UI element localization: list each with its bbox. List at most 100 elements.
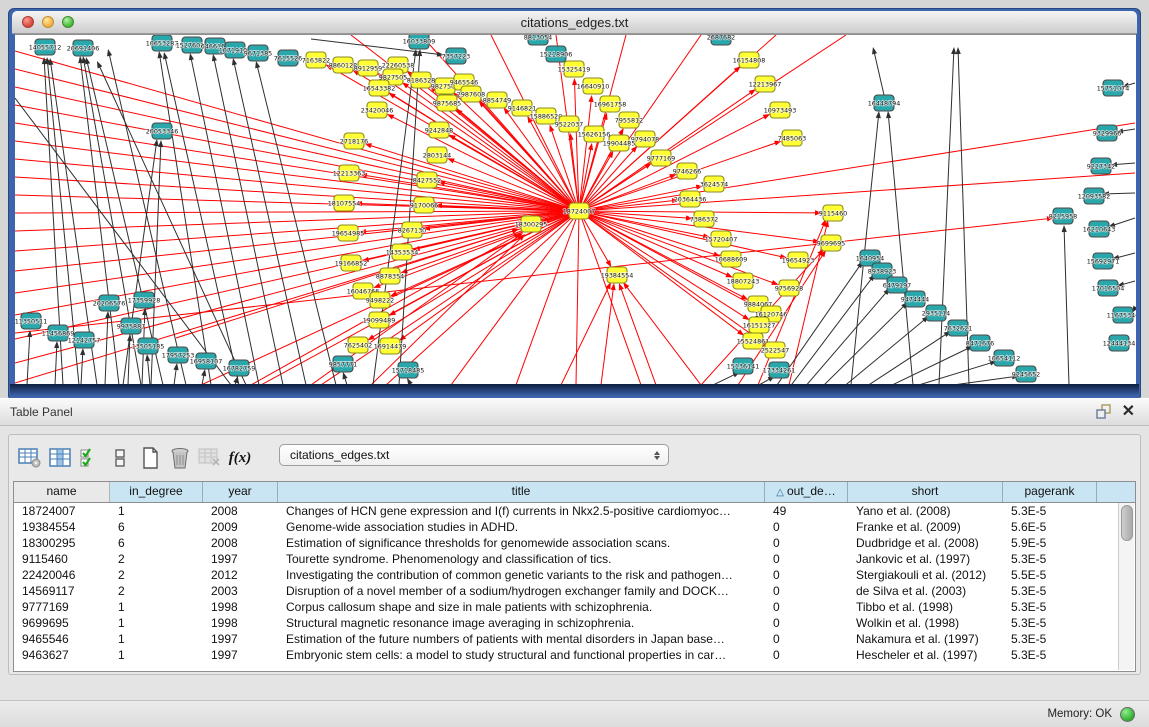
vertical-scrollbar[interactable]: [1118, 503, 1134, 670]
table-cell-title[interactable]: Genome-wide association studies in ADHD.: [278, 519, 765, 535]
graph-node[interactable]: 7625402: [344, 337, 372, 353]
table-cell-out_degree[interactable]: 0: [765, 599, 848, 615]
table-cell-in_degree[interactable]: 1: [110, 599, 203, 615]
table-cell-year[interactable]: 1997: [203, 551, 278, 567]
table-cell-pagerank[interactable]: 5.3E-5: [1003, 503, 1097, 519]
column-header-in_degree[interactable]: in_degree: [110, 482, 203, 502]
table-cell-short[interactable]: de Silva et al. (2003): [848, 583, 1003, 599]
table-cell-out_degree[interactable]: 0: [765, 535, 848, 551]
table-row[interactable]: 1872400712008Changes of HCN gene express…: [14, 503, 1135, 519]
table-cell-out_degree[interactable]: 0: [765, 583, 848, 599]
graph-node[interactable]: 2803144: [423, 147, 451, 163]
table-cell-name[interactable]: 9465546: [14, 631, 110, 647]
table-cell-pagerank[interactable]: 5.3E-5: [1003, 631, 1097, 647]
graph-node[interactable]: 12213967: [749, 76, 782, 92]
graph-node[interactable]: 17359928: [128, 292, 161, 308]
graph-node[interactable]: 11350511: [15, 313, 47, 329]
table-cell-short[interactable]: Dudbridge et al. (2008): [848, 535, 1003, 551]
table-cell-title[interactable]: Investigating the contribution of common…: [278, 567, 765, 583]
table-cell-pagerank[interactable]: 5.3E-5: [1003, 599, 1097, 615]
table-cell-out_degree[interactable]: 0: [765, 567, 848, 583]
graph-node[interactable]: 12213363: [333, 165, 366, 181]
table-cell-name[interactable]: 22420046: [14, 567, 110, 583]
table-cell-name[interactable]: 19384554: [14, 519, 110, 535]
table-row[interactable]: 969969511998Structural magnetic resonanc…: [14, 615, 1135, 631]
table-cell-in_degree[interactable]: 1: [110, 647, 203, 663]
graph-node[interactable]: 9875685: [433, 95, 461, 111]
table-row[interactable]: 946362711997Embryonic stem cells: a mode…: [14, 647, 1135, 663]
table-settings-icon[interactable]: [15, 445, 45, 471]
table-cell-out_degree[interactable]: 49: [765, 503, 848, 519]
column-header-title[interactable]: title: [278, 482, 765, 502]
table-cell-pagerank[interactable]: 5.3E-5: [1003, 647, 1097, 663]
graph-node[interactable]: 2718176: [340, 133, 368, 149]
table-cell-in_degree[interactable]: 1: [110, 615, 203, 631]
graph-node[interactable]: 13505185: [132, 338, 165, 354]
table-row[interactable]: 946554611997Estimation of the future num…: [14, 631, 1135, 647]
table-cell-pagerank[interactable]: 5.6E-5: [1003, 519, 1097, 535]
table-cell-short[interactable]: Jankovic et al. (1997): [848, 551, 1003, 567]
graph-node[interactable]: 9857771: [329, 356, 357, 372]
table-selector-dropdown[interactable]: citations_edges.txt: [279, 444, 669, 466]
graph-node[interactable]: 9671385: [244, 45, 272, 61]
table-cell-in_degree[interactable]: 6: [110, 535, 203, 551]
table-cell-title[interactable]: Estimation of significance thresholds fo…: [278, 535, 765, 551]
graph-node[interactable]: 9975887: [117, 318, 145, 334]
column-header-short[interactable]: short: [848, 482, 1003, 502]
graph-node[interactable]: 15751074: [1097, 80, 1130, 96]
table-cell-pagerank[interactable]: 5.3E-5: [1003, 615, 1097, 631]
citation-graph[interactable]: 1405571220691406106532871527602164661611…: [15, 35, 1136, 384]
graph-node[interactable]: 7485063: [778, 130, 806, 146]
graph-node[interactable]: 16448794: [868, 95, 901, 111]
graph-node[interactable]: 9498222: [366, 292, 394, 308]
table-cell-name[interactable]: 18724007: [14, 503, 110, 519]
graph-node[interactable]: 2935114: [922, 305, 950, 321]
table-cell-name[interactable]: 9115460: [14, 551, 110, 567]
graph-node[interactable]: 8813054: [524, 35, 552, 45]
graph-node[interactable]: 9170066: [410, 197, 438, 213]
graph-node[interactable]: 16154808: [733, 52, 766, 68]
graph-node[interactable]: 9115460: [819, 205, 847, 221]
column-header-name[interactable]: name: [14, 482, 110, 502]
table-cell-in_degree[interactable]: 1: [110, 631, 203, 647]
graph-node[interactable]: 9474444: [901, 291, 929, 307]
graph-node[interactable]: 7163822: [302, 52, 330, 68]
column-header-year[interactable]: year: [203, 482, 278, 502]
table-cell-out_degree[interactable]: 0: [765, 631, 848, 647]
graph-node[interactable]: 7386372: [690, 211, 718, 227]
graph-node[interactable]: 7357223: [442, 48, 470, 64]
graph-node[interactable]: 8471676: [966, 335, 994, 351]
function-icon[interactable]: f(x): [225, 445, 255, 471]
graph-node[interactable]: 2687682: [707, 35, 735, 45]
table-cell-short[interactable]: Franke et al. (2009): [848, 519, 1003, 535]
table-cell-name[interactable]: 18300295: [14, 535, 110, 551]
graph-node[interactable]: 9746266: [673, 163, 701, 179]
table-cell-out_degree[interactable]: 0: [765, 519, 848, 535]
graph-node[interactable]: 16210643: [1083, 221, 1116, 237]
graph-node[interactable]: 2522547: [761, 342, 789, 358]
table-cell-year[interactable]: 2012: [203, 567, 278, 583]
graph-node[interactable]: 15325419: [558, 61, 591, 77]
table-cell-title[interactable]: Estimation of the future numbers of pati…: [278, 631, 765, 647]
network-window-titlebar[interactable]: citations_edges.txt: [12, 11, 1137, 34]
graph-node[interactable]: 12093582: [1078, 188, 1111, 204]
graph-node[interactable]: 20691406: [67, 40, 100, 56]
graph-node[interactable]: 3624574: [700, 176, 728, 192]
graph-node[interactable]: 8215958: [1049, 208, 1077, 224]
table-cell-pagerank[interactable]: 5.5E-5: [1003, 567, 1097, 583]
table-cell-short[interactable]: Stergiakouli et al. (2012): [848, 567, 1003, 583]
table-cell-year[interactable]: 2009: [203, 519, 278, 535]
graph-node[interactable]: 20206576: [93, 295, 126, 311]
graph-node[interactable]: 12444134: [1103, 335, 1136, 351]
table-cell-out_degree[interactable]: 0: [765, 647, 848, 663]
delete-table-icon[interactable]: [195, 445, 225, 471]
close-icon[interactable]: ✕: [1122, 404, 1135, 420]
graph-node[interactable]: 8427552: [413, 172, 441, 188]
table-cell-title[interactable]: Structural magnetic resonance image aver…: [278, 615, 765, 631]
network-canvas[interactable]: 1405571220691406106532871527602164661611…: [15, 34, 1136, 384]
scrollbar-thumb[interactable]: [1121, 505, 1133, 541]
graph-node[interactable]: 9242848: [425, 122, 453, 138]
table-cell-name[interactable]: 14569117: [14, 583, 110, 599]
table-cell-in_degree[interactable]: 6: [110, 519, 203, 535]
table-cell-name[interactable]: 9777169: [14, 599, 110, 615]
